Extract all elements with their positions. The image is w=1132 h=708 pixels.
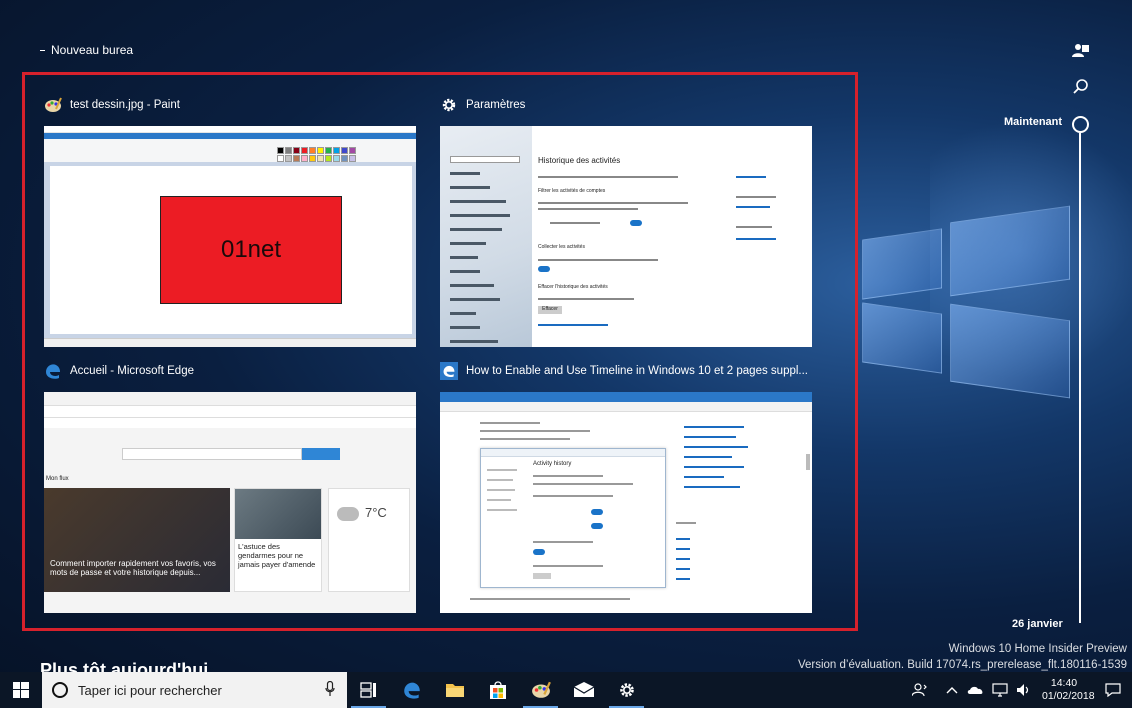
virtual-desktop-label[interactable]: Nouveau burea bbox=[40, 43, 133, 57]
microphone-icon[interactable] bbox=[325, 680, 335, 700]
edge-hero-headline: Comment importer rapidement vos favoris,… bbox=[50, 558, 216, 578]
timeline-now-label: Maintenant bbox=[1004, 116, 1063, 128]
window-title: test dessin.jpg - Paint bbox=[70, 99, 180, 111]
edge-icon bbox=[403, 682, 420, 699]
system-tray: 14:40 01/02/2018 bbox=[908, 672, 1132, 708]
window-thumbnail: Mon flux Comment importer rapidement vos… bbox=[44, 392, 416, 613]
desktop-name: Nouveau burea bbox=[51, 43, 134, 57]
window-title: Accueil - Microsoft Edge bbox=[70, 365, 194, 377]
window-card-settings[interactable]: Paramètres Historique des activités Filt… bbox=[440, 94, 812, 347]
account-toggle[interactable] bbox=[630, 220, 642, 226]
red-rectangle: 01net bbox=[160, 196, 342, 304]
window-title-bar: How to Enable and Use Timeline in Window… bbox=[440, 360, 812, 382]
timeline-scrubber-handle[interactable] bbox=[1072, 116, 1089, 133]
window-title: Paramètres bbox=[466, 99, 526, 111]
taskbar: Taper ici pour rechercher 14:40 01/02/20… bbox=[0, 672, 1132, 708]
window-thumbnail: Historique des activités Filtrer les act… bbox=[440, 126, 812, 347]
volume-icon[interactable] bbox=[1014, 683, 1034, 697]
action-center-icon[interactable] bbox=[1094, 683, 1132, 697]
paint-icon bbox=[531, 681, 551, 698]
window-title: How to Enable and Use Timeline in Window… bbox=[466, 365, 808, 377]
window-card-edge-article[interactable]: How to Enable and Use Timeline in Window… bbox=[440, 360, 812, 613]
people-icon[interactable] bbox=[1072, 42, 1090, 60]
onedrive-icon[interactable] bbox=[966, 685, 986, 695]
paint-icon bbox=[44, 96, 62, 114]
folder-icon bbox=[445, 684, 464, 697]
taskbar-search-box[interactable]: Taper ici pour rechercher bbox=[42, 672, 347, 708]
paint-canvas-area: 01net bbox=[44, 162, 416, 338]
settings-page-title: Historique des activités bbox=[538, 156, 621, 165]
article-screenshot-dialog: Activity history bbox=[480, 448, 666, 588]
edge-search-box bbox=[122, 448, 302, 460]
edge-news-text: L'astuce des gendarmes pour ne jamais pa… bbox=[238, 542, 316, 569]
weather-temp: 7°C bbox=[365, 505, 387, 520]
edge-search-button bbox=[302, 448, 340, 460]
collect-toggle[interactable] bbox=[538, 266, 550, 272]
edge-news-card: L'astuce des gendarmes pour ne jamais pa… bbox=[234, 488, 322, 592]
window-title-bar: Paramètres bbox=[440, 94, 812, 116]
taskbar-mail[interactable] bbox=[562, 672, 605, 708]
cortana-icon bbox=[52, 682, 68, 698]
taskbar-settings[interactable] bbox=[605, 672, 648, 708]
settings-content: Historique des activités Filtrer les act… bbox=[532, 126, 812, 347]
taskbar-edge[interactable] bbox=[390, 672, 433, 708]
clock-time: 14:40 bbox=[1050, 677, 1078, 689]
task-view-icon bbox=[359, 682, 376, 698]
section-clear-heading: Effacer l'historique des activités bbox=[538, 284, 608, 290]
clear-button[interactable]: Effacer bbox=[538, 306, 562, 314]
window-title-bar: test dessin.jpg - Paint bbox=[44, 94, 416, 116]
chevron-up-icon[interactable] bbox=[942, 686, 962, 694]
windows-icon bbox=[13, 682, 29, 698]
task-view-button[interactable] bbox=[347, 672, 390, 708]
scrollbar-thumb[interactable] bbox=[806, 454, 810, 470]
section-filter-heading: Filtrer les activités de comptes bbox=[538, 188, 606, 194]
edge-weather-card: 7°C bbox=[328, 488, 410, 592]
edge-icon bbox=[440, 362, 458, 380]
build-watermark-line1: Windows 10 Home Insider Preview bbox=[948, 643, 1127, 655]
start-button[interactable] bbox=[0, 672, 42, 708]
people-icon[interactable] bbox=[910, 683, 930, 697]
gear-icon bbox=[619, 683, 634, 697]
section-collect-heading: Collecter les activités bbox=[538, 244, 585, 250]
window-thumbnail: 01net bbox=[44, 126, 416, 347]
search-placeholder: Taper ici pour rechercher bbox=[78, 682, 222, 698]
clock-date: 01/02/2018 bbox=[1042, 690, 1095, 702]
canvas-text: 01net bbox=[220, 236, 282, 263]
taskbar-paint[interactable] bbox=[519, 672, 562, 708]
window-thumbnail: Activity history bbox=[440, 392, 812, 613]
timeline-track[interactable] bbox=[1079, 133, 1081, 623]
search-icon[interactable] bbox=[1072, 78, 1090, 96]
store-icon bbox=[489, 681, 506, 699]
timeline-date-label[interactable]: 26 janvier bbox=[1012, 618, 1063, 630]
gear-icon bbox=[440, 96, 458, 114]
network-icon[interactable] bbox=[990, 683, 1010, 697]
window-title-bar: Accueil - Microsoft Edge bbox=[44, 360, 416, 382]
feed-section-title: Mon flux bbox=[46, 476, 69, 482]
edge-hero-card: Comment importer rapidement vos favoris,… bbox=[44, 488, 230, 592]
dialog-title: Activity history bbox=[533, 461, 572, 467]
window-card-edge[interactable]: Accueil - Microsoft Edge Mon flux Commen… bbox=[44, 360, 416, 613]
edge-icon bbox=[44, 362, 62, 380]
mail-icon bbox=[573, 682, 594, 697]
cloud-icon bbox=[337, 507, 359, 521]
window-card-paint[interactable]: test dessin.jpg - Paint 01net bbox=[44, 94, 416, 347]
color-palette bbox=[277, 147, 356, 162]
build-watermark-line2: Version d’évaluation. Build 17074.rs_pre… bbox=[797, 659, 1127, 671]
taskbar-clock[interactable]: 14:40 01/02/2018 bbox=[1042, 677, 1095, 703]
taskbar-file-explorer[interactable] bbox=[433, 672, 476, 708]
taskbar-store[interactable] bbox=[476, 672, 519, 708]
dash-icon bbox=[40, 49, 45, 51]
settings-sidebar bbox=[440, 126, 532, 347]
windows-logo-wallpaper bbox=[862, 148, 1092, 448]
